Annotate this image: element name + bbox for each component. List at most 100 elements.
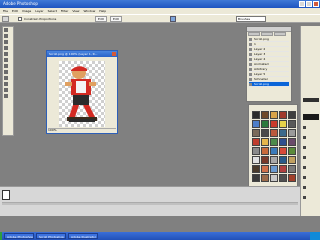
color-swatch[interactable]	[288, 174, 296, 182]
color-swatch[interactable]	[252, 174, 260, 182]
tab-paths[interactable]	[274, 32, 286, 36]
dock-icon[interactable]	[303, 186, 306, 189]
document-status: 100%	[48, 128, 116, 132]
color-swatch[interactable]	[252, 111, 260, 119]
dock-icon[interactable]	[303, 196, 306, 199]
layers-palette: Scroll.png 1 Layer 2 Layer 3 Layer 4 Ani…	[246, 26, 292, 102]
color-swatch[interactable]	[288, 120, 296, 128]
dock-icon[interactable]	[303, 126, 306, 129]
color-swatch[interactable]	[261, 174, 269, 182]
animation-panel	[0, 186, 300, 216]
dock-bar	[303, 114, 319, 120]
minimize-button[interactable]	[299, 1, 305, 7]
tab-channels[interactable]	[261, 32, 273, 36]
color-swatch[interactable]	[270, 147, 278, 155]
canvas[interactable]	[59, 61, 105, 127]
crop-tool-icon[interactable]	[4, 52, 8, 56]
dock-bar	[303, 98, 319, 102]
color-swatch[interactable]	[288, 138, 296, 146]
wand-tool-icon[interactable]	[4, 46, 8, 50]
color-swatch[interactable]	[261, 129, 269, 137]
layers-list: Scroll.png 1 Layer 2 Layer 3 Layer 4 Ani…	[249, 37, 289, 87]
color-swatch[interactable]	[252, 120, 260, 128]
taskbar: Adobe Photoshop - Scroll Scroll Photosho…	[0, 232, 320, 240]
color-swatch[interactable]	[270, 120, 278, 128]
color-swatch[interactable]	[261, 147, 269, 155]
option-button-b[interactable]: Edit	[110, 16, 122, 22]
lasso-tool-icon[interactable]	[4, 40, 8, 44]
dock-icon[interactable]	[303, 176, 306, 179]
move-tool-icon[interactable]	[4, 34, 8, 38]
pen-tool-icon[interactable]	[4, 94, 8, 98]
maximize-button[interactable]	[306, 1, 312, 7]
swatch-grid	[252, 111, 296, 182]
color-swatch[interactable]	[270, 111, 278, 119]
taskbar-item[interactable]: Adobe Illustrator	[68, 233, 98, 239]
color-swatch[interactable]	[279, 174, 287, 182]
tab-layers[interactable]	[248, 32, 260, 36]
color-swatch[interactable]	[288, 129, 296, 137]
color-swatch[interactable]	[252, 147, 260, 155]
slice-tool-icon[interactable]	[4, 58, 8, 62]
text-tool-icon[interactable]	[4, 88, 8, 92]
dock-icon[interactable]	[303, 146, 306, 149]
color-swatch[interactable]	[252, 138, 260, 146]
color-swatch[interactable]	[288, 156, 296, 164]
color-swatch[interactable]	[279, 111, 287, 119]
taskbar-item[interactable]: Adobe Photoshop - Scroll	[4, 233, 34, 239]
color-swatch[interactable]	[279, 129, 287, 137]
color-swatch[interactable]	[261, 138, 269, 146]
color-swatch[interactable]	[252, 165, 260, 173]
animation-toolbar	[2, 202, 298, 205]
dock-icon[interactable]	[303, 136, 306, 139]
animation-frame[interactable]	[2, 190, 10, 200]
color-swatch[interactable]	[261, 111, 269, 119]
gradient-tool-icon[interactable]	[4, 82, 8, 86]
color-swatch[interactable]	[279, 138, 287, 146]
right-dock	[300, 26, 320, 216]
palette-tabs	[247, 32, 291, 36]
color-swatch[interactable]	[261, 156, 269, 164]
document-close-icon[interactable]	[112, 52, 116, 56]
color-swatch[interactable]	[288, 147, 296, 155]
stamp-tool-icon[interactable]	[4, 70, 8, 74]
color-swatch[interactable]	[252, 129, 260, 137]
color-swatch[interactable]	[279, 147, 287, 155]
color-swatch[interactable]	[270, 174, 278, 182]
tools-panel	[2, 26, 14, 136]
brush-tool-icon[interactable]	[4, 64, 8, 68]
character-sprite	[65, 66, 97, 122]
color-swatch[interactable]	[279, 165, 287, 173]
color-swatch[interactable]	[270, 129, 278, 137]
constrain-label: Constrain Proportions	[24, 17, 57, 21]
marquee-tool-icon[interactable]	[4, 28, 8, 32]
list-item-selected[interactable]: Scroll.png	[249, 82, 289, 87]
color-swatch[interactable]	[288, 165, 296, 173]
constrain-checkbox[interactable]	[18, 17, 22, 21]
dock-icon[interactable]	[303, 156, 306, 159]
dock-icon[interactable]	[303, 166, 306, 169]
color-swatch[interactable]	[279, 156, 287, 164]
brushes-field[interactable]: Brushes	[236, 16, 266, 22]
system-tray	[310, 232, 320, 240]
option-button-a[interactable]: Edit	[95, 16, 107, 22]
document-title[interactable]: Scroll.png @ 100% (Layer 1, R...	[47, 51, 117, 57]
color-swatch[interactable]	[261, 165, 269, 173]
color-swatch[interactable]	[252, 156, 260, 164]
workspace-icon[interactable]	[170, 16, 176, 22]
color-swatch[interactable]	[279, 120, 287, 128]
app-title: Adobe Photoshop	[3, 1, 38, 6]
close-button[interactable]	[313, 1, 319, 7]
eraser-tool-icon[interactable]	[4, 76, 8, 80]
color-swatch[interactable]	[261, 120, 269, 128]
color-swatch[interactable]	[270, 165, 278, 173]
start-button[interactable]	[0, 232, 2, 240]
color-swatch[interactable]	[270, 156, 278, 164]
window-controls	[299, 1, 319, 7]
app-titlebar: Adobe Photoshop	[0, 0, 320, 8]
color-swatch[interactable]	[270, 138, 278, 146]
tool-preset-icon[interactable]	[2, 16, 9, 22]
taskbar-item[interactable]: Scroll Photoshop	[36, 233, 66, 239]
color-swatch[interactable]	[288, 111, 296, 119]
document-window[interactable]: Scroll.png @ 100% (Layer 1, R... 100%	[46, 50, 118, 134]
